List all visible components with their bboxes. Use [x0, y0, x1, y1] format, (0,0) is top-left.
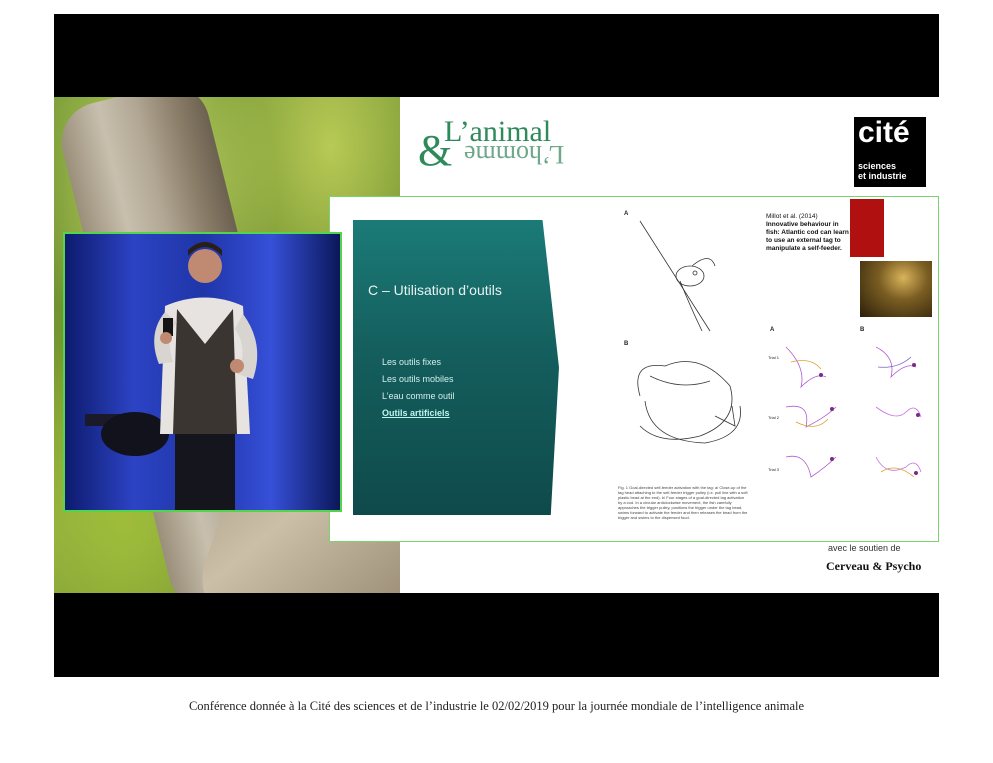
video-caption: Conférence donnée à la Cité des sciences… — [188, 699, 805, 713]
plot-row-label: Trial 1 — [768, 355, 779, 360]
presentation-slide: C – Utilisation d’outils Les outils fixe… — [329, 196, 939, 542]
slide-item: Les outils fixes — [382, 357, 442, 367]
slide-title-panel — [353, 220, 559, 515]
slide-item: Les outils mobiles — [382, 374, 454, 384]
plot-label-b: B — [860, 327, 865, 333]
plot-row-label: Trial 2 — [768, 415, 779, 420]
plot-scribbles — [785, 346, 922, 478]
plot-label-a: A — [770, 327, 775, 333]
speaker-video-inset — [63, 232, 342, 512]
plot-row-label: Trial 3 — [768, 467, 779, 472]
speaker-figure — [85, 242, 258, 510]
slide-item: L’eau comme outil — [382, 391, 455, 401]
sponsor-text: avec le soutien de — [828, 543, 901, 553]
video-player[interactable]: & L’animal L’homme cité sciences et indu… — [54, 14, 939, 677]
slide-title: C – Utilisation d’outils — [368, 282, 502, 298]
slide-item-active: Outils artificiels — [382, 408, 450, 418]
animal-homme-logo: & L’animal L’homme — [418, 115, 565, 175]
fish-drawing — [637, 220, 741, 444]
fish-photo — [860, 261, 932, 317]
figure-caption: Fig. 1 Goal-directed self-feeder activat… — [618, 485, 748, 520]
sponsor-logo: Cerveau & Psycho — [826, 559, 922, 573]
red-marker — [850, 199, 884, 257]
cite-logo: cité sciences et industrie — [854, 116, 926, 187]
video-frame: & L’animal L’homme cité sciences et indu… — [54, 97, 939, 593]
paper-reference: Millot et al. (2014) Innovative behaviou… — [766, 213, 849, 252]
trajectory-plots: A B Trial 1 Trial 2 Trial 3 — [766, 327, 931, 507]
